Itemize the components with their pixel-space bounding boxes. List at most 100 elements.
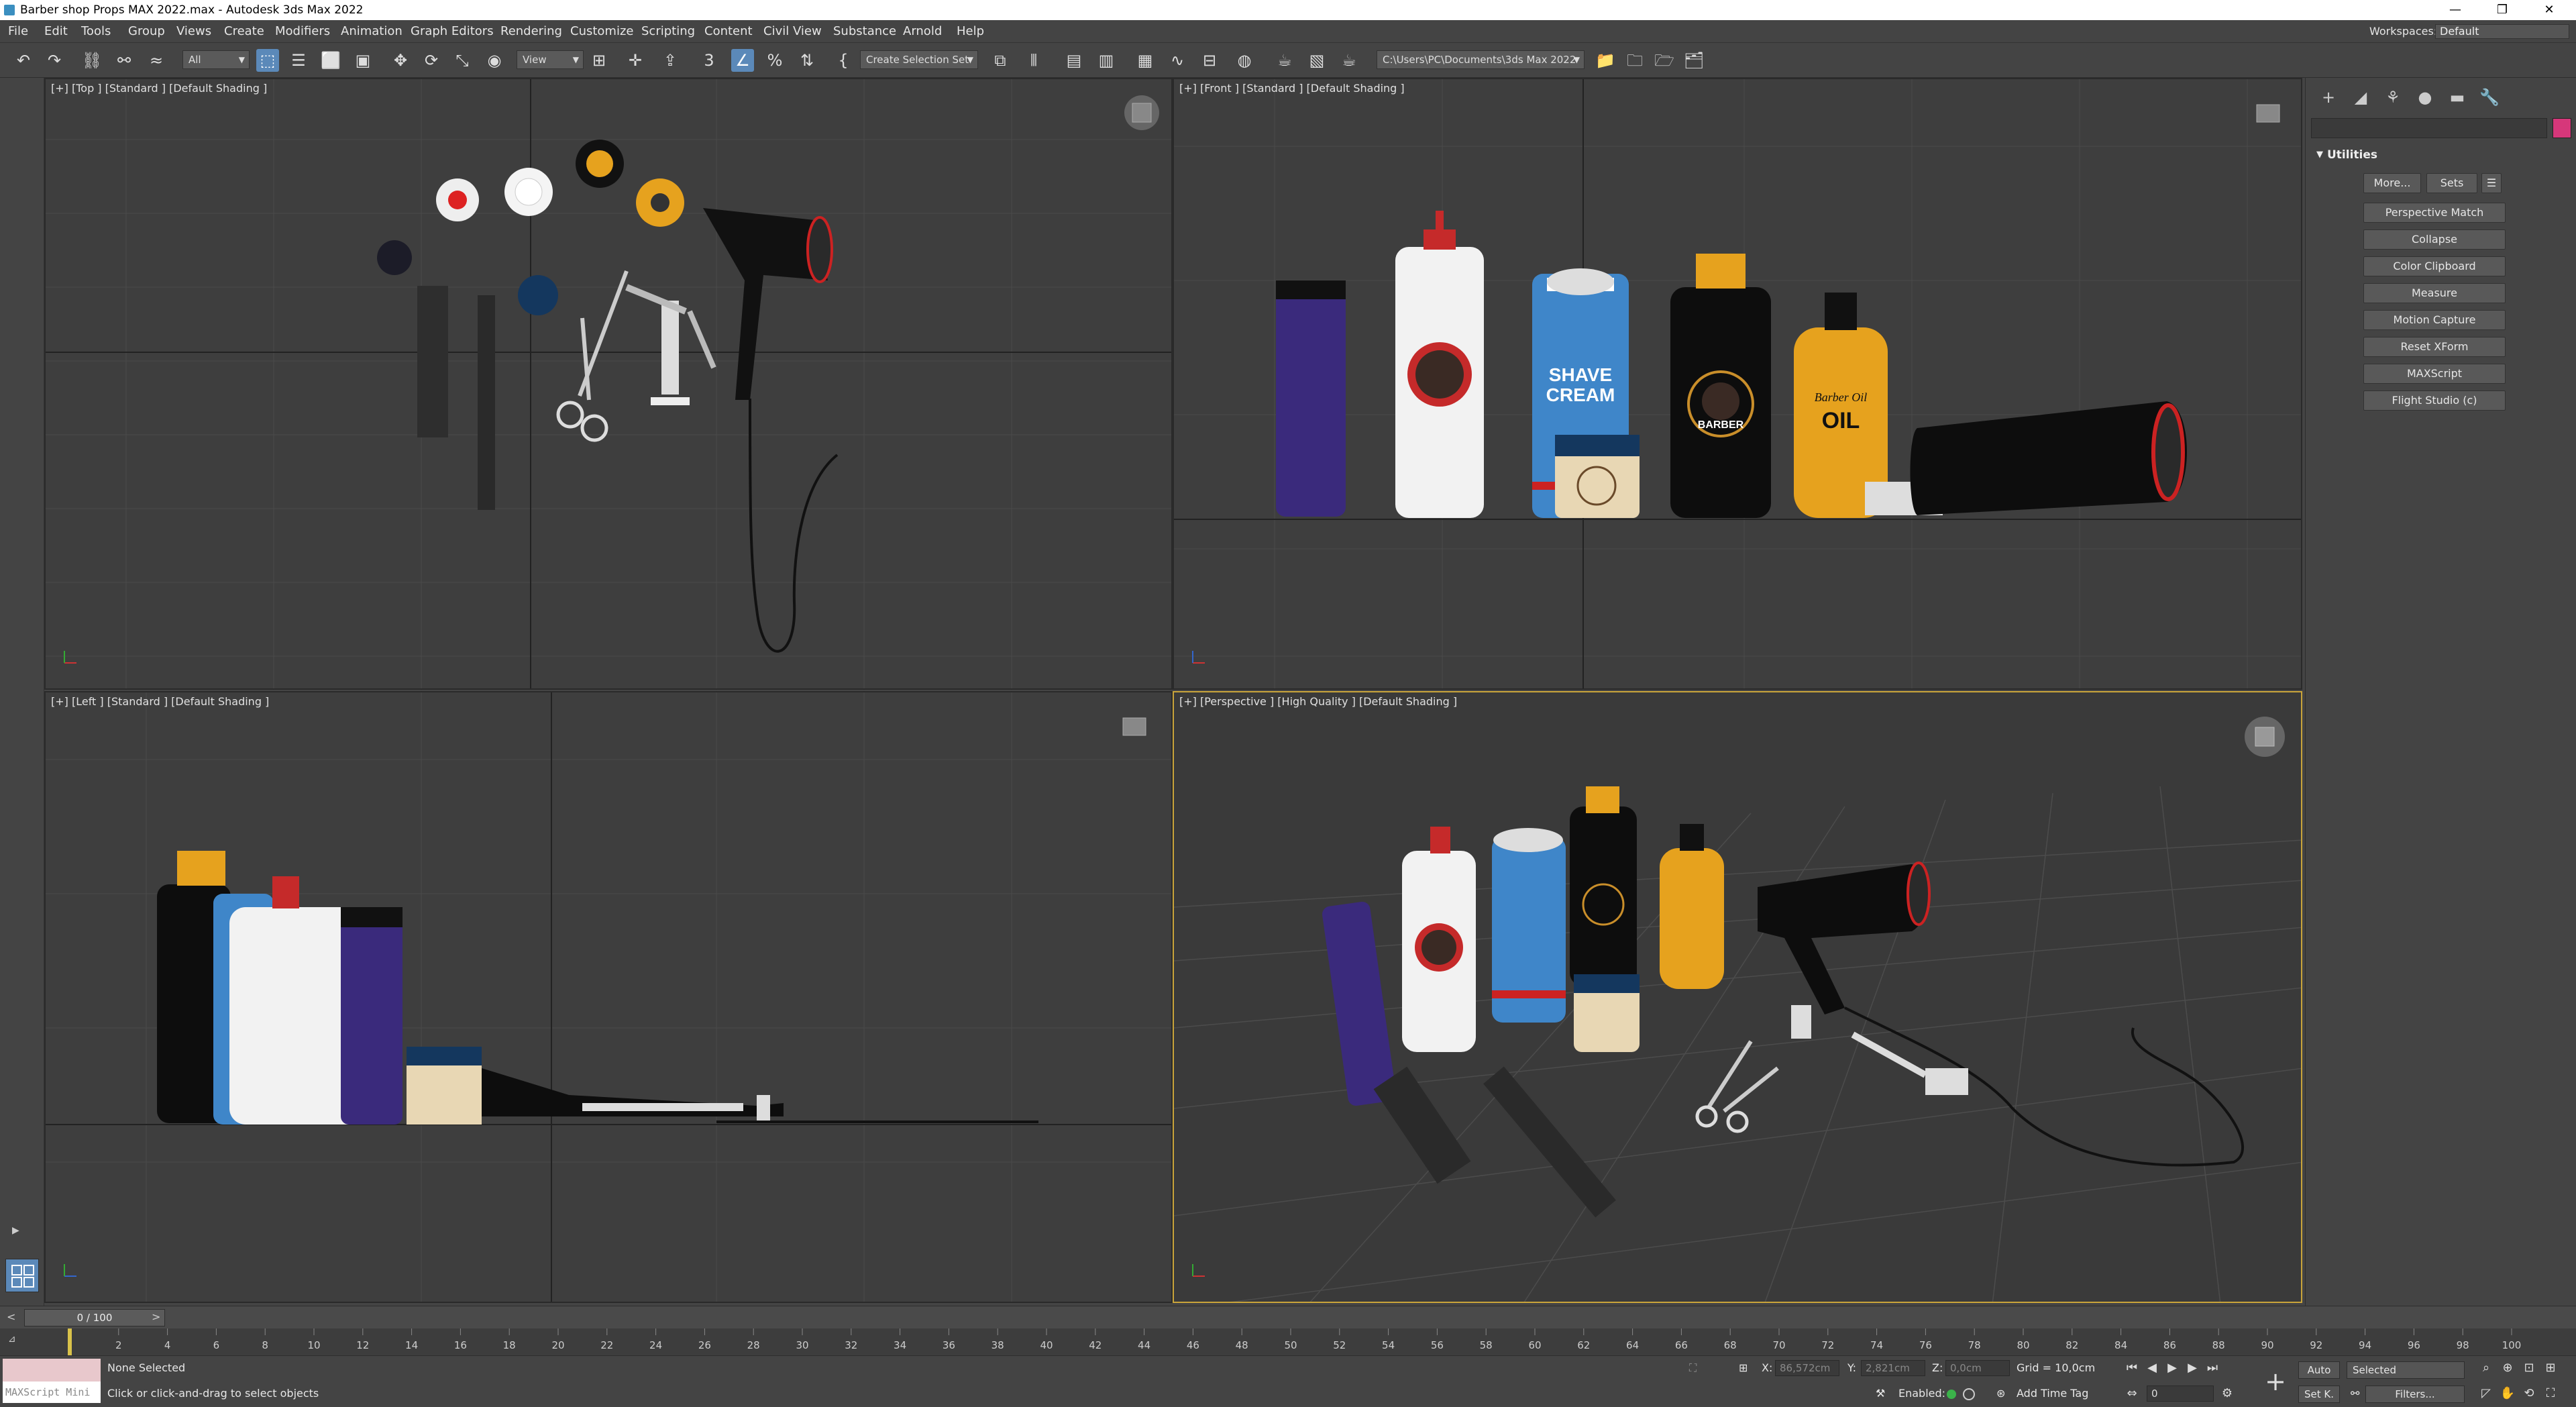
minimize-button[interactable]: —: [2435, 0, 2475, 20]
zoom-all-icon[interactable]: ⊕: [2498, 1359, 2517, 1377]
motion-tab-icon[interactable]: ●: [2412, 86, 2438, 109]
play-icon[interactable]: ▶: [2163, 1359, 2182, 1377]
toggle-scene-explorer-icon[interactable]: ▤: [1063, 49, 1085, 72]
utilities-rollout-header[interactable]: ▼ Utilities: [2312, 145, 2570, 165]
menu-rendering[interactable]: Rendering: [500, 20, 562, 43]
pivot-center-icon[interactable]: ⊞: [588, 49, 610, 72]
utility-maxscript-button[interactable]: MAXScript: [2363, 364, 2506, 384]
next-frame-icon[interactable]: ▶: [2183, 1359, 2202, 1377]
isolate-selection-icon[interactable]: ⛶: [1689, 1361, 1697, 1375]
select-by-name-icon[interactable]: ☰: [287, 49, 310, 72]
utilities-tab-icon[interactable]: 🔧: [2476, 86, 2503, 109]
menu-file[interactable]: File: [8, 20, 28, 43]
menu-arnold[interactable]: Arnold: [903, 20, 942, 43]
maxscript-listener[interactable]: MAXScript Mini: [3, 1359, 101, 1403]
move-icon[interactable]: ✥: [389, 49, 412, 72]
time-slider-prev-icon[interactable]: <: [7, 1310, 15, 1323]
render-setup-icon[interactable]: ☕: [1273, 49, 1296, 72]
render-production-icon[interactable]: ☕: [1338, 49, 1360, 72]
front-viewport-label[interactable]: [+] [Front ] [Standard ] [Default Shadin…: [1179, 82, 1405, 95]
sets-button[interactable]: Sets: [2426, 173, 2477, 193]
viewport-top[interactable]: [+] [Top ] [Standard ] [Default Shading …: [44, 78, 1173, 690]
window-crossing-icon[interactable]: ▣: [352, 49, 374, 72]
key-mode-toggle-icon[interactable]: ⇔: [2123, 1384, 2141, 1403]
current-frame-field[interactable]: 0: [2147, 1386, 2214, 1402]
utility-measure-button[interactable]: Measure: [2363, 283, 2506, 303]
utility-motion-capture-button[interactable]: Motion Capture: [2363, 310, 2506, 330]
viewport-perspective[interactable]: [+] [Perspective ] [High Quality ] [Defa…: [1173, 691, 2302, 1303]
x-coord-field[interactable]: 86,572cm: [1775, 1360, 1839, 1376]
utility-perspective-match-button[interactable]: Perspective Match: [2363, 203, 2506, 223]
maximize-viewport-icon[interactable]: ⛶: [2541, 1384, 2560, 1403]
viewport-layout-icon[interactable]: [5, 1259, 39, 1292]
object-name-field[interactable]: [2311, 118, 2547, 138]
viewport-front[interactable]: SHAVE CREAM BARBER Barber Oil OIL [+] [F…: [1173, 78, 2302, 690]
open-project-folder-icon[interactable]: 📁: [1594, 49, 1617, 72]
time-slider[interactable]: 0 / 100: [24, 1309, 165, 1326]
keyboard-shortcut-override-icon[interactable]: ⇪: [659, 49, 682, 72]
menu-civil-view[interactable]: Civil View: [763, 20, 822, 43]
current-frame-marker[interactable]: [68, 1328, 72, 1355]
menu-graph-editors[interactable]: Graph Editors: [411, 20, 494, 43]
bind-spacewarp-icon[interactable]: ≈: [145, 49, 168, 72]
schematic-view-icon[interactable]: ⊟: [1198, 49, 1221, 72]
time-slider-next-icon[interactable]: >: [152, 1310, 160, 1323]
key-filters-button[interactable]: Filters...: [2365, 1386, 2465, 1403]
zoom-icon[interactable]: ⌕: [2477, 1359, 2496, 1377]
menu-group[interactable]: Group: [128, 20, 165, 43]
restore-button[interactable]: ❐: [2482, 0, 2522, 20]
undo-icon[interactable]: ↶: [12, 49, 35, 72]
curve-editor-icon[interactable]: ∿: [1166, 49, 1189, 72]
select-manipulate-icon[interactable]: ✛: [624, 49, 647, 72]
y-coord-field[interactable]: 2,821cm: [1861, 1360, 1925, 1376]
set-project-folder-icon[interactable]: 🗁: [1653, 49, 1676, 72]
goto-end-icon[interactable]: ⏭: [2203, 1359, 2222, 1377]
menu-views[interactable]: Views: [176, 20, 211, 43]
menu-animation[interactable]: Animation: [341, 20, 402, 43]
menu-customize[interactable]: Customize: [570, 20, 633, 43]
display-tab-icon[interactable]: ▬: [2444, 86, 2471, 109]
utility-collapse-button[interactable]: Collapse: [2363, 229, 2506, 250]
toggle-layer-explorer-icon[interactable]: ▥: [1095, 49, 1118, 72]
adaptive-degradation-icon[interactable]: ⚒: [1876, 1387, 1885, 1400]
reference-coordinate-dropdown[interactable]: View ▼: [517, 50, 584, 69]
time-configuration-icon[interactable]: ⚙: [2218, 1384, 2237, 1403]
utility-flight-studio-button[interactable]: Flight Studio (c): [2363, 390, 2506, 411]
rotate-icon[interactable]: ⟳: [420, 49, 443, 72]
select-object-icon[interactable]: ⬚: [256, 49, 279, 72]
previous-frame-icon[interactable]: ◀: [2143, 1359, 2161, 1377]
named-selection-sets-dropdown[interactable]: Create Selection Set ▼: [860, 50, 978, 69]
close-button[interactable]: ✕: [2529, 0, 2569, 20]
redo-icon[interactable]: ↷: [43, 49, 66, 72]
absolute-mode-icon[interactable]: ⊞: [1739, 1361, 1748, 1374]
mirror-icon[interactable]: ⧉: [989, 49, 1012, 72]
orbit-icon[interactable]: ⟲: [2520, 1384, 2538, 1403]
modify-tab-icon[interactable]: ◢: [2347, 86, 2374, 109]
field-of-view-icon[interactable]: ◸: [2477, 1384, 2496, 1403]
project-from-selected-icon[interactable]: 🗂: [1682, 49, 1705, 72]
top-viewport-label[interactable]: [+] [Top ] [Standard ] [Default Shading …: [51, 82, 267, 95]
menu-substance[interactable]: Substance: [833, 20, 896, 43]
edit-named-selection-icon[interactable]: {: [832, 49, 855, 72]
zoom-extents-icon[interactable]: ⊡: [2520, 1359, 2538, 1377]
time-tag-icon[interactable]: ⊛: [1996, 1387, 2005, 1400]
percent-snap-icon[interactable]: %: [763, 49, 786, 72]
create-tab-icon[interactable]: +: [2315, 86, 2342, 109]
key-filter-icon[interactable]: ⚯: [2351, 1387, 2359, 1400]
rectangular-selection-icon[interactable]: ⬜: [319, 49, 342, 72]
align-icon[interactable]: ⫴: [1022, 49, 1045, 72]
workspaces-dropdown[interactable]: Default: [2435, 24, 2569, 39]
rendered-frame-window-icon[interactable]: ▧: [1305, 49, 1328, 72]
angle-snap-icon[interactable]: ∠: [731, 49, 754, 72]
link-icon[interactable]: ⛓: [80, 49, 103, 72]
toggle-ribbon-icon[interactable]: ▦: [1134, 49, 1157, 72]
perspective-viewport-label[interactable]: [+] [Perspective ] [High Quality ] [Defa…: [1179, 695, 1457, 708]
viewport-left[interactable]: [+] [Left ] [Standard ] [Default Shading…: [44, 691, 1173, 1303]
left-viewport-label[interactable]: [+] [Left ] [Standard ] [Default Shading…: [51, 695, 269, 708]
add-time-tag-button[interactable]: Add Time Tag: [2017, 1387, 2088, 1400]
menu-edit[interactable]: Edit: [44, 20, 68, 43]
z-coord-field[interactable]: 0,0cm: [1945, 1360, 2010, 1376]
zoom-extents-all-icon[interactable]: ⊞: [2541, 1359, 2560, 1377]
expand-layout-tab-icon[interactable]: ▶: [12, 1225, 27, 1240]
track-bar[interactable]: ⊿ 2 4 6 8 10 12 14 16 18 20 22 24 26 28 30 32 34 36 38 40 42…: [0, 1328, 2576, 1355]
